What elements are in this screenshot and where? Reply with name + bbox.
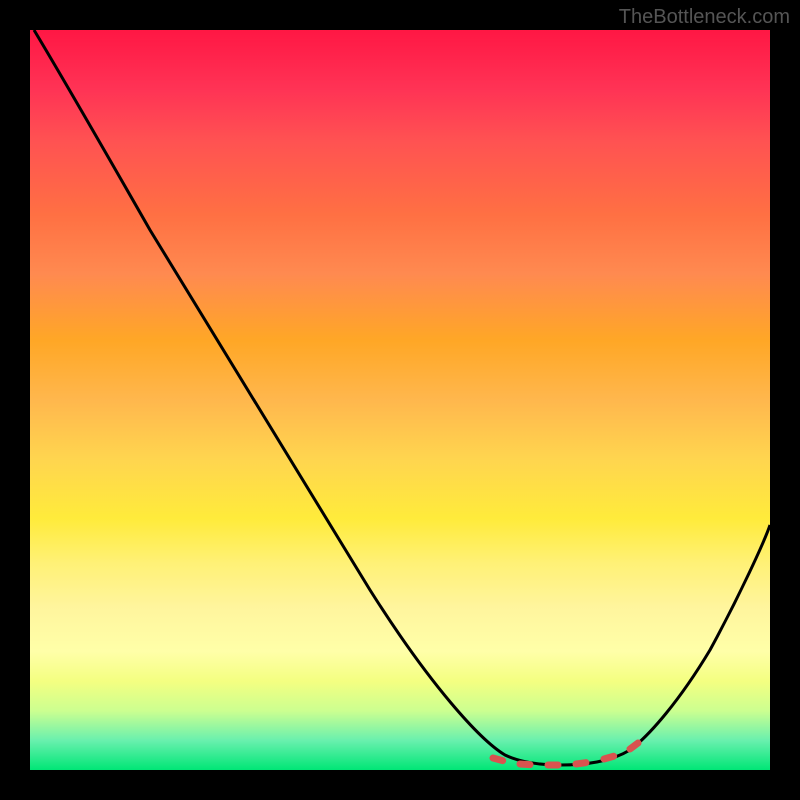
chart-curve-svg [30, 30, 770, 770]
optimal-range-markers [493, 740, 642, 765]
bottleneck-curve-path [34, 30, 770, 765]
chart-plot-area [30, 30, 770, 770]
watermark-text: TheBottleneck.com [619, 6, 790, 29]
